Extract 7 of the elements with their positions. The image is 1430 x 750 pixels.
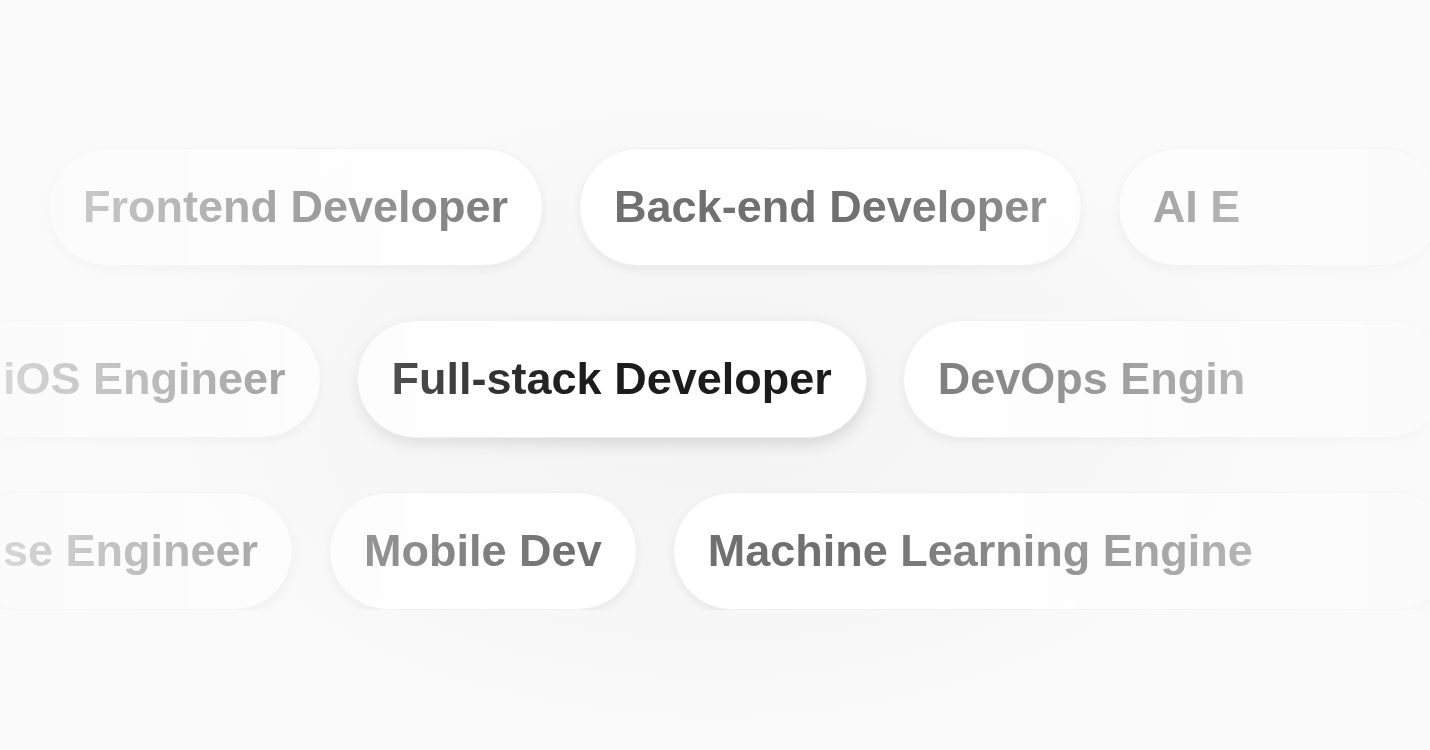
role-chip[interactable]: Machine Learning Engine: [672, 492, 1430, 610]
role-chip[interactable]: Back-end Developer: [579, 148, 1082, 266]
role-chip[interactable]: DevOps Engin: [902, 320, 1430, 438]
role-chip[interactable]: Full-stack Developer: [356, 320, 867, 438]
role-chip[interactable]: Mobile Dev: [329, 492, 637, 610]
role-chip[interactable]: AI E: [1117, 148, 1430, 266]
role-chip[interactable]: Frontend Developer: [48, 148, 544, 266]
